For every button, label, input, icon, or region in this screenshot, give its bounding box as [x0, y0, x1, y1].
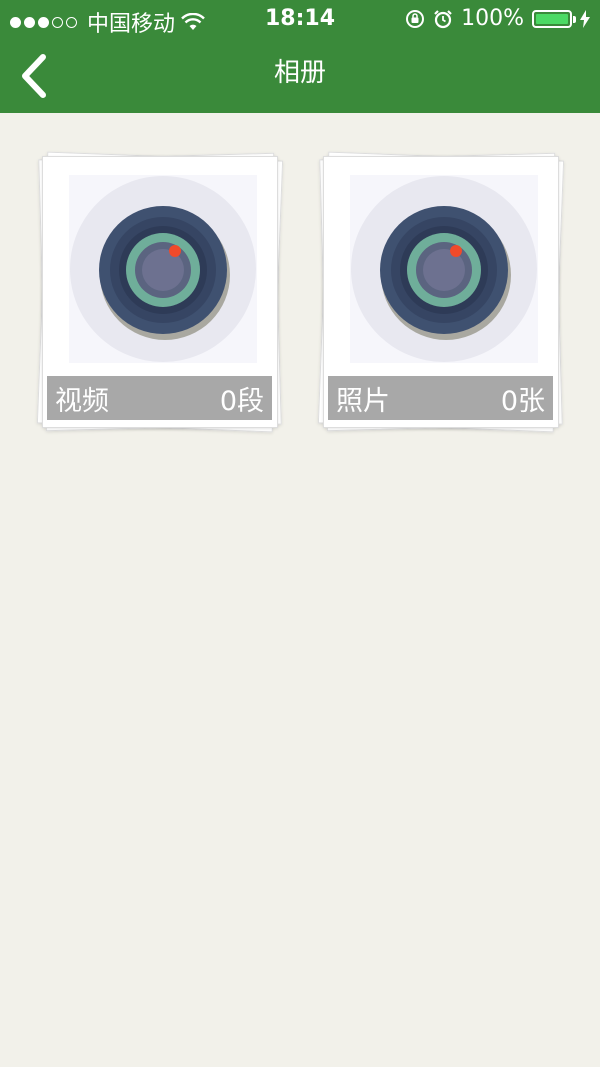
battery-percent: 100% — [461, 6, 524, 31]
battery-level-fill — [536, 13, 568, 24]
album-label: 照片 — [336, 385, 390, 417]
album-cover-image — [350, 175, 538, 363]
top-header: 中国移动 18:14 100% 相册 — [0, 0, 600, 113]
album-label: 视频 — [55, 385, 109, 417]
album-count: 0张 — [500, 385, 545, 417]
alarm-icon — [434, 9, 452, 28]
status-bar: 中国移动 18:14 100% — [0, 0, 600, 40]
album-caption-bar: 视频 0段 — [47, 376, 272, 420]
camera-lens-icon — [351, 176, 537, 362]
charging-icon — [580, 9, 590, 28]
album-video[interactable]: 视频 0段 — [36, 150, 284, 433]
status-bar-right: 100% — [405, 6, 590, 31]
rotation-lock-icon — [406, 9, 425, 28]
page-title: 相册 — [273, 58, 326, 88]
album-caption-bar: 照片 0张 — [328, 376, 553, 420]
album-cover-image — [69, 175, 257, 363]
battery-icon — [532, 9, 576, 28]
camera-lens-icon — [70, 176, 256, 362]
album-photos[interactable]: 照片 0张 — [317, 150, 565, 433]
album-count: 0段 — [219, 385, 264, 417]
